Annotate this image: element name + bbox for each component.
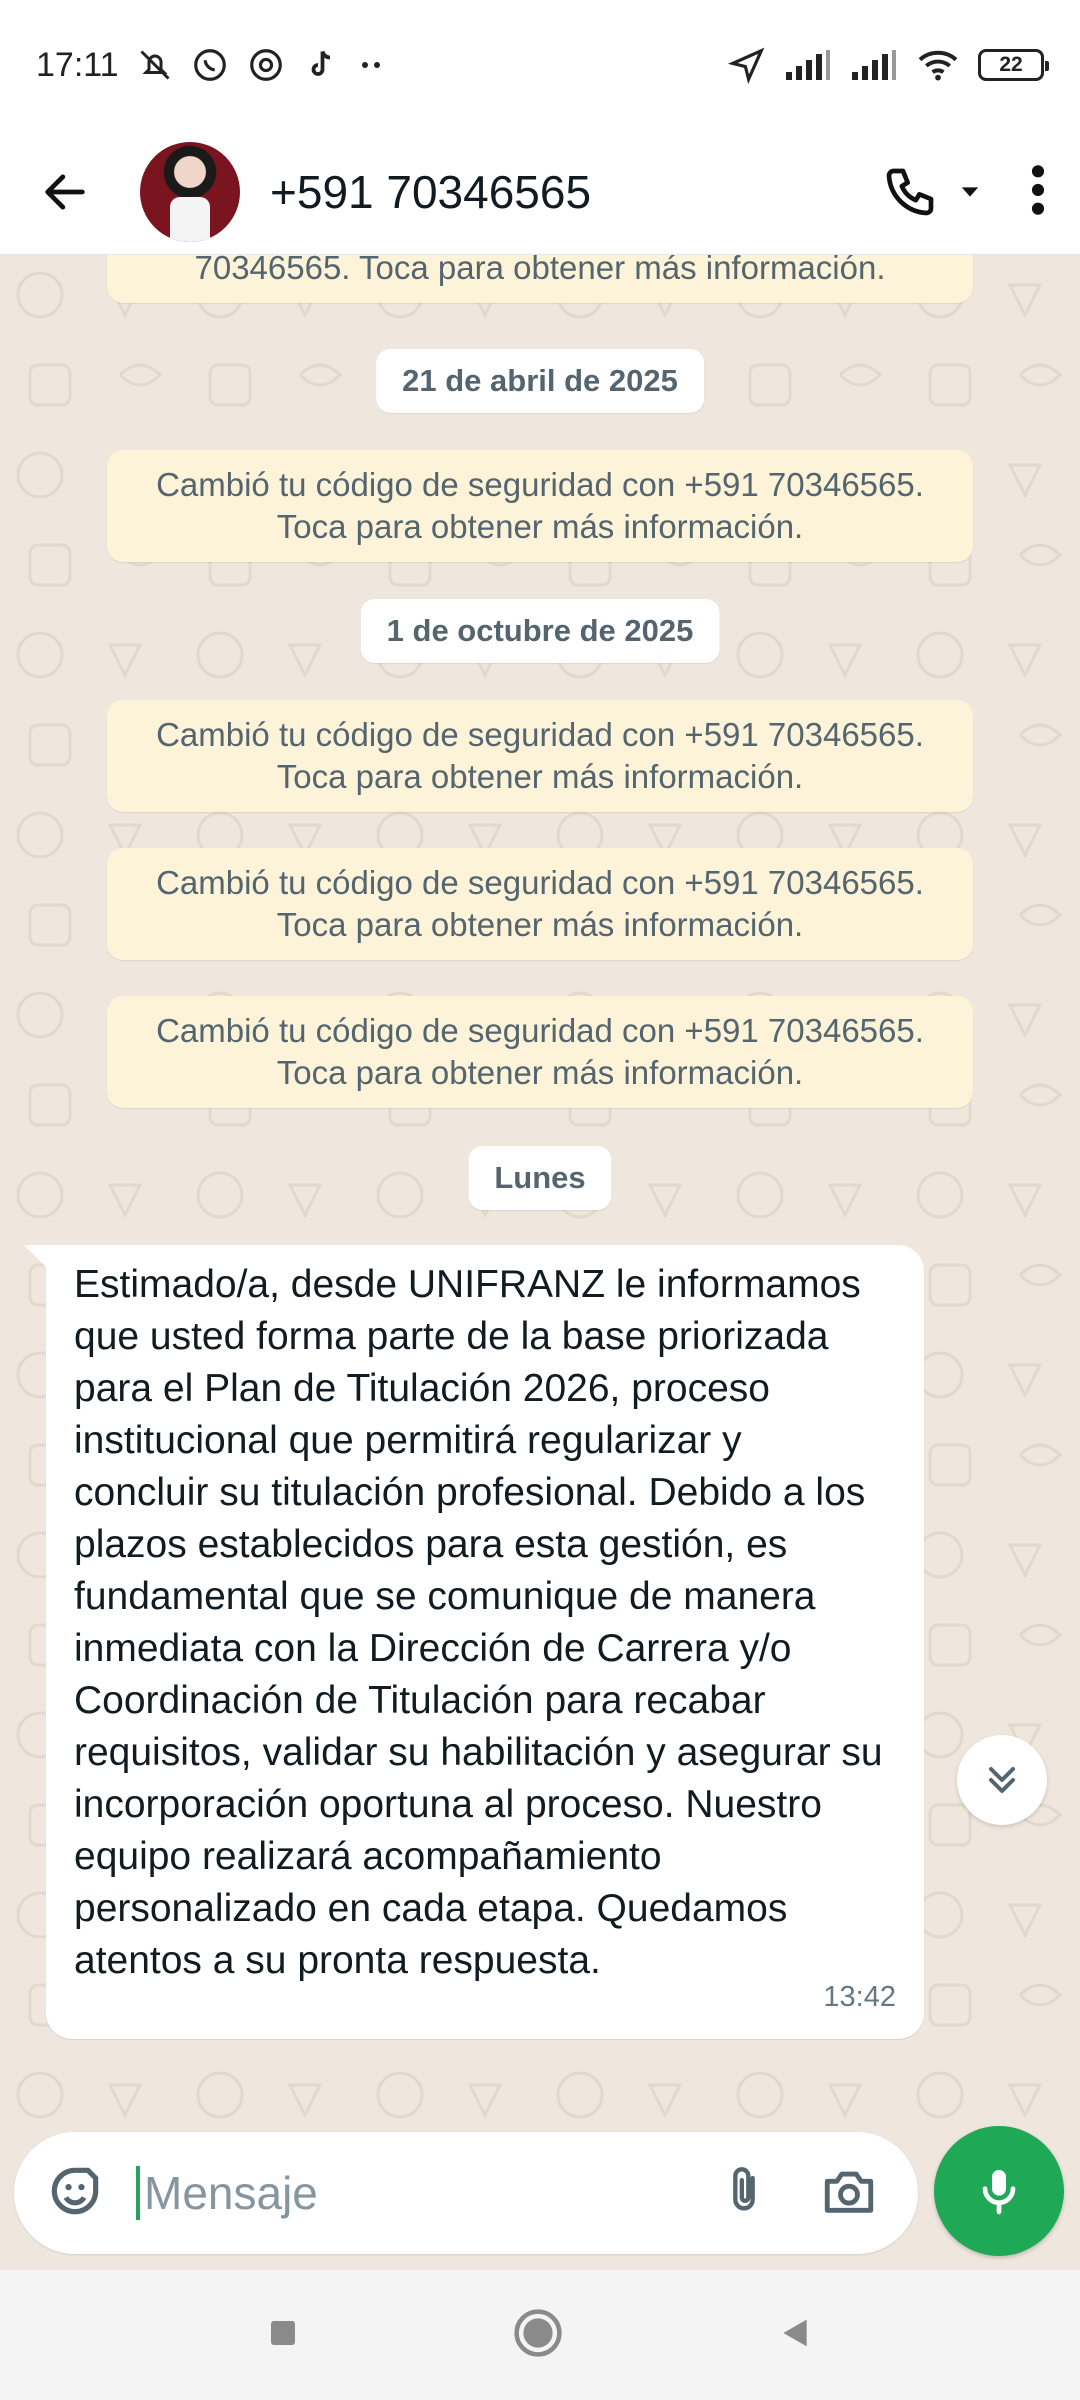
more-dots-icon <box>357 55 387 75</box>
paperclip-icon <box>733 2166 755 2210</box>
sticker-button[interactable] <box>44 2160 106 2227</box>
system-navigation-bar <box>0 2270 1080 2400</box>
location-arrow-icon <box>728 46 766 84</box>
scroll-to-bottom-button[interactable] <box>957 1735 1047 1825</box>
system-message[interactable]: Cambió tu código de seguridad con +591 7… <box>107 700 973 812</box>
incoming-message-bubble[interactable]: Estimado/a, desde UNIFRANZ le informamos… <box>24 1245 924 2039</box>
signal-icon <box>784 48 832 82</box>
avatar[interactable] <box>140 142 240 242</box>
attach-button[interactable] <box>718 2161 770 2226</box>
call-button[interactable] <box>882 164 984 220</box>
battery-indicator: 22 <box>978 49 1049 81</box>
recents-button[interactable] <box>265 2315 301 2356</box>
back-button[interactable] <box>30 157 100 227</box>
home-circle-icon <box>514 2308 562 2357</box>
back-nav-button[interactable] <box>775 2313 815 2358</box>
system-message[interactable]: Cambió tu código de seguridad con +591 7… <box>107 848 973 960</box>
system-message[interactable]: Cambió tu código de seguridad con +591 7… <box>107 996 973 1108</box>
signal-icon <box>850 48 898 82</box>
sticker-icon <box>51 2167 99 2214</box>
message-composer <box>14 2132 918 2254</box>
system-message-partial[interactable]: 70346565. Toca para obtener más informac… <box>107 255 973 303</box>
date-chip: 21 de abril de 2025 <box>376 349 704 413</box>
camera-icon <box>824 2171 874 2213</box>
status-time: 17:11 <box>36 45 119 84</box>
threads-icon <box>247 46 285 84</box>
triangle-back-icon <box>783 2319 807 2346</box>
overflow-menu-icon <box>1031 164 1045 215</box>
system-message-text: Cambió tu código de seguridad con +591 7… <box>156 864 924 943</box>
voice-message-button[interactable] <box>934 2126 1064 2256</box>
message-text: Estimado/a, desde UNIFRANZ le informamos… <box>74 1263 883 1982</box>
muted-bell-icon <box>137 47 173 83</box>
system-message-text: 70346565. Toca para obtener más informac… <box>194 255 886 286</box>
status-bar: 17:11 22 <box>0 0 1080 130</box>
system-message-text: Cambió tu código de seguridad con +591 7… <box>156 1012 924 1091</box>
back-arrow-icon <box>45 174 85 210</box>
system-message-text: Cambió tu código de seguridad con +591 7… <box>156 466 924 545</box>
system-message-text: Cambió tu código de seguridad con +591 7… <box>156 716 924 795</box>
wifi-icon <box>916 47 960 83</box>
microphone-icon <box>982 2170 1016 2215</box>
system-message[interactable]: Cambió tu código de seguridad con +591 7… <box>107 450 973 562</box>
double-chevron-down-icon <box>988 1766 1016 1794</box>
dropdown-arrow-icon <box>961 187 979 197</box>
chat-header: +591 70346565 <box>0 130 1080 255</box>
camera-button[interactable] <box>820 2162 878 2225</box>
chat-area[interactable]: 70346565. Toca para obtener más informac… <box>0 255 1080 2135</box>
contact-name[interactable]: +591 70346565 <box>270 165 591 219</box>
square-icon <box>271 2320 295 2345</box>
tiktok-icon <box>303 47 339 83</box>
date-chip: 1 de octubre de 2025 <box>360 599 720 663</box>
home-button[interactable] <box>511 2306 565 2365</box>
message-input[interactable] <box>136 2166 656 2220</box>
date-chip: Lunes <box>468 1146 612 1210</box>
whatsapp-icon <box>191 46 229 84</box>
phone-icon <box>886 168 934 216</box>
overflow-menu-button[interactable] <box>1026 162 1050 223</box>
